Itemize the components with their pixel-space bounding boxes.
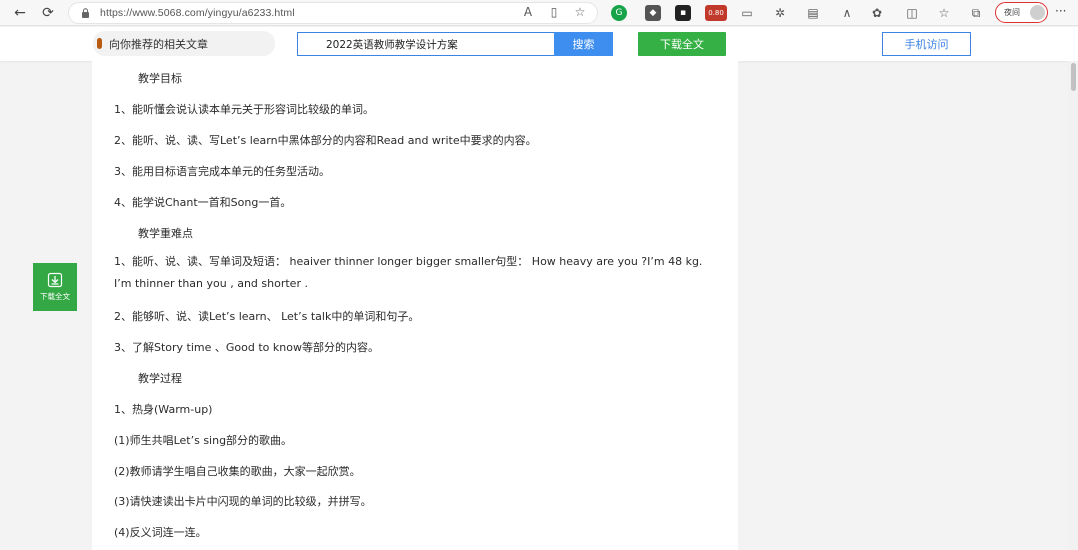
search-button[interactable]: 搜索 <box>554 32 613 56</box>
gear-extension-icon[interactable]: ✲ <box>771 4 789 22</box>
related-articles-button[interactable]: 向你推荐的相关文章 <box>93 31 275 56</box>
section-heading: 教学重难点 <box>138 227 193 240</box>
paragraph: (3)请快速读出卡片中闪现的单词的比较级，并拼写。 <box>114 495 372 508</box>
float-download-label: 下载全文 <box>40 292 70 301</box>
profile-label: 夜间 <box>1004 8 1020 17</box>
paragraph: (1)师生共唱Let’s sing部分的歌曲。 <box>114 434 293 447</box>
paragraph: 4、能学说Chant一首和Song一首。 <box>114 196 292 209</box>
split-screen-icon[interactable]: ◫ <box>903 4 921 22</box>
reader-view-icon[interactable]: ▯ <box>546 4 562 20</box>
float-download-button[interactable]: 下载全文 <box>33 263 77 311</box>
cup-icon[interactable]: ▤ <box>804 4 822 22</box>
paragraph: 3、能用目标语言完成本单元的任务型活动。 <box>114 165 330 178</box>
paragraph: 2、能够听、说、读Let’s learn、 Let’s talk中的单词和句子。 <box>114 310 420 323</box>
extension-shield-icon[interactable]: ◆ <box>645 5 661 21</box>
back-icon[interactable]: ← <box>10 3 30 23</box>
paragraph: 1、能听、说、读、写单词及短语： heaiver thinner longer … <box>114 255 703 290</box>
download-icon <box>47 272 63 288</box>
refresh-icon[interactable]: ⟳ <box>38 3 58 23</box>
page-scrollbar[interactable] <box>1068 61 1078 550</box>
more-menu-icon[interactable]: ··· <box>1055 4 1066 18</box>
article-body: 教学目标 1、能听懂会说认读本单元关于形容词比较级的单词。 2、能听、说、读、写… <box>92 61 738 550</box>
caret-up-icon[interactable]: ∧ <box>838 4 856 22</box>
read-aloud-icon[interactable]: A <box>520 4 536 20</box>
lock-icon <box>82 8 89 18</box>
favorite-add-icon[interactable]: ☆ <box>572 4 588 20</box>
site-header: 向你推荐的相关文章 2022英语教师教学设计方案 搜索 下载全文 手机访问 <box>0 27 1078 61</box>
collections-icon[interactable]: ⧉ <box>967 4 985 22</box>
extension-badge-count: 0.80 <box>708 9 724 17</box>
search-input[interactable]: 2022英语教师教学设计方案 <box>297 32 555 56</box>
scrollbar-thumb[interactable] <box>1071 63 1076 91</box>
paragraph: (4)反义词连一连。 <box>114 526 207 539</box>
paragraph: 1、热身(Warm-up) <box>114 403 213 416</box>
related-label: 向你推荐的相关文章 <box>109 37 208 51</box>
extensions-puzzle-icon[interactable]: ✿ <box>868 4 886 22</box>
section-heading: 教学目标 <box>138 72 182 85</box>
related-dot-icon <box>97 38 102 49</box>
avatar <box>1030 5 1045 20</box>
download-full-button[interactable]: 下载全文 <box>638 32 726 56</box>
paragraph: 3、了解Story time 、Good to know等部分的内容。 <box>114 341 379 354</box>
paragraph: (2)教师请学生唱自己收集的歌曲，大家一起欣赏。 <box>114 465 361 478</box>
extension-badge-icon[interactable]: 0.80 <box>705 5 727 21</box>
extension-green-icon[interactable]: G <box>611 5 627 21</box>
address-bar[interactable]: https://www.5068.com/yingyu/a6233.html <box>68 2 598 24</box>
profile-button[interactable]: 夜间 <box>995 2 1048 23</box>
browser-toolbar: ← ⟳ https://www.5068.com/yingyu/a6233.ht… <box>0 0 1078 26</box>
document-icon[interactable]: ▭ <box>738 4 756 22</box>
paragraph: 2、能听、说、读、写Let’s learn中黑体部分的内容和Read and w… <box>114 134 537 147</box>
extension-bookmark-icon[interactable]: ▪ <box>675 5 691 21</box>
mobile-visit-button[interactable]: 手机访问 <box>882 32 971 56</box>
section-heading: 教学过程 <box>138 372 182 385</box>
paragraph: 1、能听懂会说认读本单元关于形容词比较级的单词。 <box>114 103 374 116</box>
address-url: https://www.5068.com/yingyu/a6233.html <box>100 7 295 19</box>
favorites-star-icon[interactable]: ☆ <box>935 4 953 22</box>
